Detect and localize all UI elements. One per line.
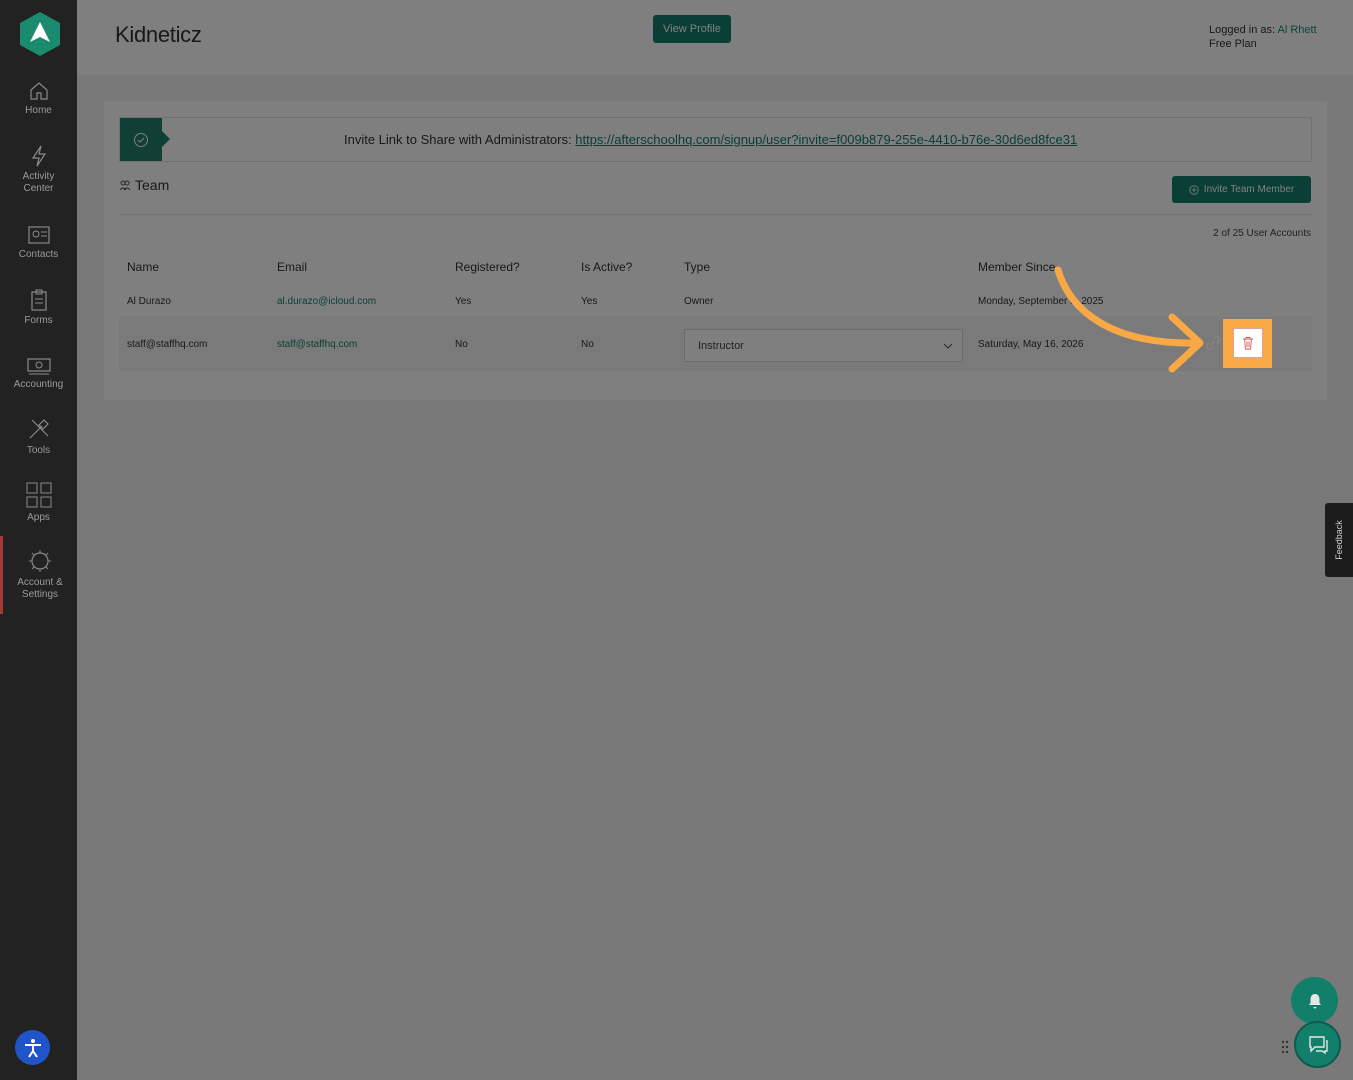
- sidebar-item-home[interactable]: Home: [0, 80, 77, 117]
- chat-button[interactable]: [1294, 1021, 1341, 1068]
- invite-label: Invite Link to Share with Administrators…: [344, 132, 572, 147]
- login-info: Logged in as: Al Rhett Free Plan: [1209, 23, 1317, 51]
- chat-icon: [1308, 1035, 1328, 1054]
- sidebar-item-contacts[interactable]: Contacts: [0, 224, 77, 261]
- team-heading: Team: [119, 177, 169, 193]
- cell-active: Yes: [581, 296, 598, 307]
- column-header-registered: Registered?: [455, 260, 520, 274]
- accounts-count: 2 of 25 User Accounts: [1213, 228, 1311, 239]
- type-select-value: Instructor: [698, 339, 744, 352]
- delete-user-button[interactable]: [1233, 328, 1263, 358]
- plan-label: Free Plan: [1209, 38, 1257, 50]
- team-icon: [119, 180, 131, 191]
- sidebar-item-label: Forms: [24, 315, 53, 326]
- cell-name: Al Durazo: [127, 296, 171, 307]
- accessibility-icon: [24, 1038, 41, 1058]
- drag-handle-icon[interactable]: [1281, 1040, 1289, 1054]
- sidebar-item-label: Tools: [26, 445, 51, 456]
- app-logo[interactable]: [19, 11, 61, 57]
- cell-registered: No: [455, 339, 468, 350]
- sidebar-item-label: Account & Settings: [17, 577, 63, 600]
- sidebar-item-accounting[interactable]: Accounting: [0, 356, 77, 391]
- cash-icon: [26, 358, 51, 375]
- sidebar-item-activity-center[interactable]: Activity Center: [0, 144, 77, 195]
- cell-active: No: [581, 339, 594, 350]
- plus-circle-icon: [1189, 184, 1199, 195]
- highlight-box: [1223, 319, 1272, 368]
- logged-in-label: Logged in as:: [1209, 24, 1276, 36]
- user-link[interactable]: Al Rhett: [1278, 24, 1317, 36]
- lightning-icon: [31, 145, 46, 167]
- cell-type: Owner: [684, 296, 714, 307]
- tutorial-arrow: [1054, 266, 1204, 373]
- check-circle-icon: [120, 118, 170, 161]
- clipboard-icon: [30, 289, 47, 311]
- trash-icon: [1243, 337, 1253, 350]
- tools-icon: [29, 419, 49, 439]
- invite-link[interactable]: https://afterschoolhq.com/signup/user?in…: [575, 132, 1077, 147]
- feedback-tab[interactable]: Feedback: [1325, 503, 1353, 577]
- team-title-label: Team: [135, 177, 170, 193]
- sidebar-item-forms[interactable]: Forms: [0, 288, 77, 327]
- sidebar-item-label: Home: [25, 105, 52, 116]
- cell-email[interactable]: staff@staffhq.com: [277, 339, 357, 350]
- sidebar-item-apps[interactable]: Apps: [0, 481, 77, 524]
- column-header-member-since: Member Since: [978, 260, 1056, 274]
- invite-button-label: Invite Team Member: [1203, 184, 1295, 195]
- cell-email[interactable]: al.durazo@icloud.com: [277, 296, 376, 307]
- grid-icon: [26, 482, 51, 508]
- home-icon: [29, 82, 48, 100]
- bell-icon: [1308, 993, 1321, 1008]
- invite-team-member-button[interactable]: Invite Team Member: [1172, 176, 1311, 203]
- sidebar-item-tools[interactable]: Tools: [0, 416, 77, 457]
- contacts-icon: [27, 226, 50, 244]
- sidebar-item-label: Activity Center: [22, 171, 55, 194]
- gear-icon: [29, 550, 51, 572]
- notifications-button[interactable]: [1291, 977, 1338, 1024]
- feedback-label: Feedback: [1334, 520, 1344, 560]
- cell-registered: Yes: [455, 296, 472, 307]
- sidebar-item-label: Apps: [27, 512, 50, 523]
- chevron-down-icon: [943, 343, 953, 349]
- column-header-active: Is Active?: [581, 260, 633, 274]
- column-header-email: Email: [277, 260, 308, 274]
- sidebar: Home Activity Center Contacts Forms Acco…: [0, 0, 77, 1080]
- page-title: Kidneticz: [115, 22, 202, 47]
- column-header-type: Type: [684, 260, 711, 274]
- sidebar-item-account-settings[interactable]: Account & Settings: [0, 536, 77, 614]
- invite-link-banner: Invite Link to Share with Administrators…: [119, 117, 1312, 162]
- divider: [119, 214, 1312, 215]
- accessibility-button[interactable]: [15, 1030, 50, 1065]
- type-select[interactable]: Instructor: [684, 329, 963, 362]
- column-header-name: Name: [127, 260, 160, 274]
- sidebar-item-label: Contacts: [18, 249, 59, 260]
- top-header: Kidneticz View Profile Logged in as: Al …: [77, 0, 1353, 75]
- view-profile-button[interactable]: View Profile: [653, 15, 731, 43]
- sidebar-item-label: Accounting: [13, 379, 64, 390]
- cell-name: staff@staffhq.com: [127, 339, 208, 350]
